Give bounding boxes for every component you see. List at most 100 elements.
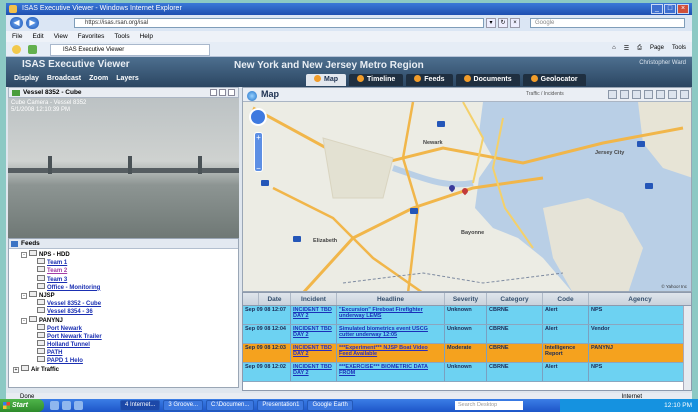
tree-node[interactable]: Team 1	[11, 258, 238, 266]
zoom-button[interactable]: Zoom	[89, 75, 108, 82]
add-favorite-icon[interactable]	[28, 45, 37, 54]
close-button[interactable]: ×	[677, 4, 689, 14]
camera-video-feed[interactable]: Cube Camera - Vessel 8352 5/1/2008 12:10…	[8, 98, 239, 238]
tree-toggle-icon[interactable]: -	[21, 252, 27, 258]
search-field[interactable]: Google	[530, 18, 685, 28]
back-button[interactable]: ◀	[10, 17, 23, 29]
zoom-slider[interactable]	[255, 142, 262, 164]
browser-tab[interactable]: ISAS Executive Viewer	[50, 44, 210, 56]
menu-tools[interactable]: Tools	[114, 31, 129, 42]
column-header-date[interactable]: Date	[259, 293, 291, 305]
quick-launch-media-icon[interactable]	[74, 401, 83, 410]
tree-node[interactable]: PATH	[11, 348, 238, 356]
table-row[interactable]: Sep 09 08 12:03 INCIDENT TBD DAY 2 ***Expe…	[243, 344, 691, 363]
menu-view[interactable]: View	[54, 31, 68, 42]
url-field[interactable]: https://isas.rsan.org/isal	[74, 18, 484, 28]
tree-node[interactable]: PAPD 1 Helo	[11, 356, 238, 364]
refresh-icon[interactable]: ↻	[498, 18, 508, 28]
map-tool-icon[interactable]	[632, 90, 641, 99]
feed-link[interactable]: PATH	[47, 350, 62, 356]
tools-menu[interactable]: Tools	[672, 45, 686, 52]
taskbar-item-internet[interactable]: 4 Internet...	[120, 400, 161, 411]
tree-node[interactable]: - NJSP	[11, 290, 238, 299]
tree-node[interactable]: - NPS - HDD	[11, 250, 238, 258]
quick-launch-desktop-icon[interactable]	[62, 401, 71, 410]
feed-link[interactable]: Port Newark	[47, 326, 82, 332]
column-header-agency[interactable]: Agency	[589, 293, 691, 305]
map-pan-control[interactable]	[249, 108, 267, 126]
go-dropdown-icon[interactable]: ▾	[486, 18, 496, 28]
tree-node[interactable]: + Air Traffic	[11, 364, 238, 373]
tree-node[interactable]: Port Newark	[11, 323, 238, 332]
cell-text[interactable]: INCIDENT TBD DAY 2	[293, 307, 332, 319]
feed-link[interactable]: Holland Tunnel	[47, 342, 90, 348]
camera-maximize-button[interactable]	[219, 89, 226, 96]
feed-link[interactable]: PAPD 1 Helo	[47, 358, 83, 364]
column-header-code[interactable]: Code	[543, 293, 589, 305]
tab-documents[interactable]: Documents	[455, 74, 520, 86]
column-header-select[interactable]	[243, 293, 259, 305]
table-row[interactable]: Sep 09 08 12:04 INCIDENT TBD DAY 2 Simulat…	[243, 325, 691, 344]
page-menu[interactable]: Page	[650, 45, 664, 52]
column-header-category[interactable]: Category	[487, 293, 543, 305]
feed-link[interactable]: Team 2	[47, 268, 67, 274]
display-button[interactable]: Display	[14, 75, 39, 82]
start-button[interactable]: Start	[0, 399, 44, 412]
map-layer-note[interactable]: Traffic / Incidents	[526, 91, 564, 97]
feeds-icon[interactable]: ☰	[624, 45, 629, 52]
cell-text[interactable]: Simulated biometrics event USCG cutter u…	[339, 326, 428, 338]
cell-text[interactable]: ***EXERCISE*** BIOMETRIC DATA FROM	[339, 364, 428, 376]
cell-text[interactable]: "Excursion" Fireboat Firefighter underwa…	[339, 307, 423, 319]
cell-headline[interactable]: Simulated biometrics event USCG cutter u…	[337, 325, 445, 343]
table-row[interactable]: Sep 09 08 12:02 INCIDENT TBD DAY 2 ***EXER…	[243, 363, 691, 382]
map-tool-icon[interactable]	[668, 90, 677, 99]
map-tool-icon[interactable]	[620, 90, 629, 99]
zoom-out-button[interactable]: −	[255, 164, 262, 173]
cell-text[interactable]: INCIDENT TBD DAY 2	[293, 364, 332, 376]
maximize-button[interactable]: □	[664, 4, 676, 14]
table-scrollbar[interactable]	[683, 306, 691, 390]
map-tool-icon[interactable]	[680, 90, 689, 99]
tree-node[interactable]: Team 2	[11, 266, 238, 274]
desktop-search-input[interactable]: Search Desktop	[455, 401, 523, 410]
tab-feeds[interactable]: Feeds	[406, 74, 453, 86]
tab-timeline[interactable]: Timeline	[349, 74, 404, 86]
tab-geolocator[interactable]: Geolocator	[522, 74, 586, 86]
map-panel[interactable]: Map Traffic / Incidents + − Newark Jerse…	[242, 87, 692, 292]
tab-map[interactable]: Map	[306, 74, 346, 86]
favorites-star-icon[interactable]	[12, 45, 21, 54]
minimize-button[interactable]: _	[651, 4, 663, 14]
print-icon[interactable]: ⎙	[637, 45, 642, 52]
cell-text[interactable]: INCIDENT TBD DAY 2	[293, 326, 332, 338]
map-tool-icon[interactable]	[608, 90, 617, 99]
camera-close-button[interactable]	[228, 89, 235, 96]
feed-link[interactable]: Vessel 8354 - 36	[47, 309, 93, 315]
tree-toggle-icon[interactable]: -	[21, 292, 27, 299]
tree-node[interactable]: Vessel 8352 - Cube	[11, 299, 238, 307]
menu-favorites[interactable]: Favorites	[78, 31, 105, 42]
taskbar-item-google-earth[interactable]: Google Earth	[307, 400, 353, 411]
forward-button[interactable]: ▶	[26, 17, 39, 29]
column-header-incident[interactable]: Incident	[291, 293, 337, 305]
tree-node[interactable]: - PANYNJ	[11, 315, 238, 324]
home-icon[interactable]: ⌂	[612, 45, 616, 52]
taskbar-item-presentation[interactable]: Presentation1	[257, 400, 305, 411]
feed-link[interactable]: Office - Monitoring	[47, 285, 100, 291]
cell-headline[interactable]: "Excursion" Fireboat Firefighter underwa…	[337, 306, 445, 324]
zoom-in-button[interactable]: +	[255, 133, 262, 142]
feed-link[interactable]: Team 3	[47, 277, 67, 283]
menu-edit[interactable]: Edit	[32, 31, 43, 42]
tree-node[interactable]: Holland Tunnel	[11, 340, 238, 348]
feed-link[interactable]: Vessel 8352 - Cube	[47, 301, 101, 307]
feed-link[interactable]: Port Newark Trailer	[47, 334, 102, 340]
cell-incident[interactable]: INCIDENT TBD DAY 2	[291, 306, 337, 324]
tree-node[interactable]: Vessel 8354 - 36	[11, 307, 238, 315]
tree-toggle-icon[interactable]: -	[21, 317, 27, 324]
column-header-headline[interactable]: Headline	[337, 293, 445, 305]
cell-text[interactable]: INCIDENT TBD DAY 2	[293, 345, 332, 357]
map-tool-icon[interactable]	[644, 90, 653, 99]
table-row[interactable]: Sep 09 08 12:07 INCIDENT TBD DAY 2 "Excurs…	[243, 306, 691, 325]
cell-headline[interactable]: ***EXERCISE*** BIOMETRIC DATA FROM	[337, 363, 445, 381]
tree-node[interactable]: Team 3	[11, 274, 238, 283]
cell-incident[interactable]: INCIDENT TBD DAY 2	[291, 325, 337, 343]
